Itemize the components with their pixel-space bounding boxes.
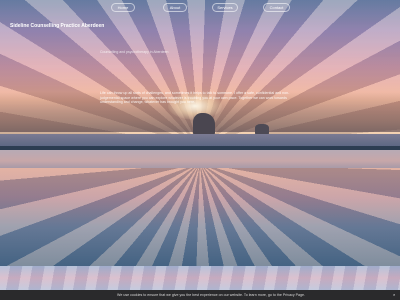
nav-about-button[interactable]: About: [163, 3, 187, 12]
close-icon[interactable]: ×: [393, 290, 395, 300]
shoreline: [0, 150, 400, 168]
nav-home-button[interactable]: Home: [111, 3, 135, 12]
hero-background-image: [0, 0, 400, 300]
reflected-rays: [0, 168, 400, 266]
nav-services-button[interactable]: Services: [212, 3, 238, 12]
nav-contact-button[interactable]: Contact: [263, 3, 290, 12]
hero-intro-text: Life can throw up all sorts of challenge…: [100, 91, 290, 105]
site-title[interactable]: Sideline Counselling Practice Aberdeen: [10, 23, 104, 29]
hero-tagline: Counselling and psychotherapy in Aberdee…: [100, 50, 169, 54]
cookie-message[interactable]: We use cookies to ensure that we give yo…: [117, 290, 305, 300]
cookie-banner: We use cookies to ensure that we give yo…: [0, 290, 400, 300]
sea-rock-small: [255, 124, 269, 134]
lower-strip-rays: [0, 266, 400, 290]
main-nav: Home About Services Contact: [0, 3, 400, 15]
sea-rock: [193, 113, 215, 135]
sea-horizon: [0, 134, 400, 146]
